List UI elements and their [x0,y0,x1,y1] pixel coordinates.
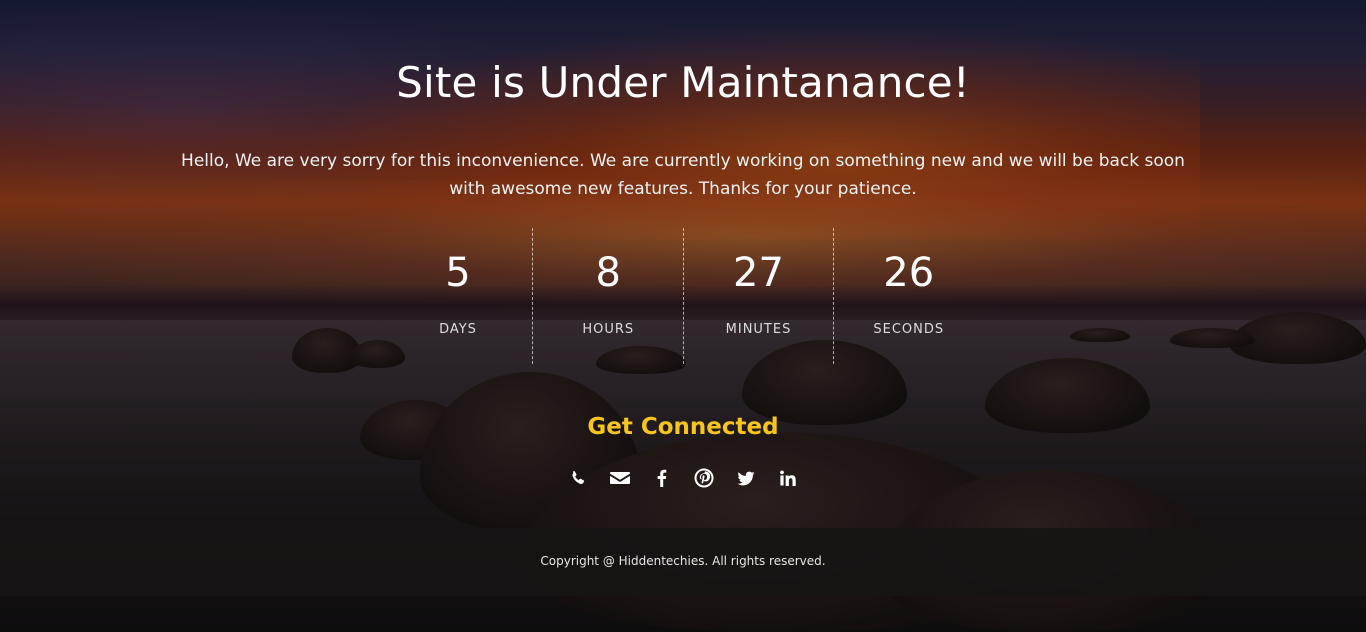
countdown-days: 5 DAYS [383,228,532,364]
envelope-icon[interactable] [605,463,635,493]
countdown-days-label: DAYS [439,322,477,337]
countdown-hours-value: 8 [595,250,621,296]
countdown-seconds-value: 26 [883,250,935,296]
page-title: Site is Under Maintanance! [396,58,970,107]
facebook-icon[interactable] [647,463,677,493]
social-links [563,463,803,493]
phone-icon[interactable] [563,463,593,493]
maintenance-page: Site is Under Maintanance! Hello, We are… [0,0,1366,632]
linkedin-icon[interactable] [773,463,803,493]
get-connected-heading: Get Connected [587,414,779,440]
countdown-hours: 8 HOURS [532,228,682,364]
countdown-minutes: 27 MINUTES [682,228,833,364]
pinterest-icon[interactable] [689,463,719,493]
countdown-days-value: 5 [445,250,471,296]
footer: Copyright @ Hiddentechies. All rights re… [0,528,1366,596]
countdown-timer: 5 DAYS 8 HOURS 27 MINUTES 26 SECONDS [383,228,983,364]
countdown-minutes-label: MINUTES [725,322,792,337]
countdown-seconds-label: SECONDS [873,322,945,337]
maintenance-message: Hello, We are very sorry for this inconv… [181,151,1185,199]
twitter-icon[interactable] [731,463,761,493]
countdown-seconds: 26 SECONDS [832,228,983,364]
copyright-text: Copyright @ Hiddentechies. All rights re… [540,554,826,568]
countdown-minutes-value: 27 [733,250,784,296]
countdown-hours-label: HOURS [582,322,635,337]
